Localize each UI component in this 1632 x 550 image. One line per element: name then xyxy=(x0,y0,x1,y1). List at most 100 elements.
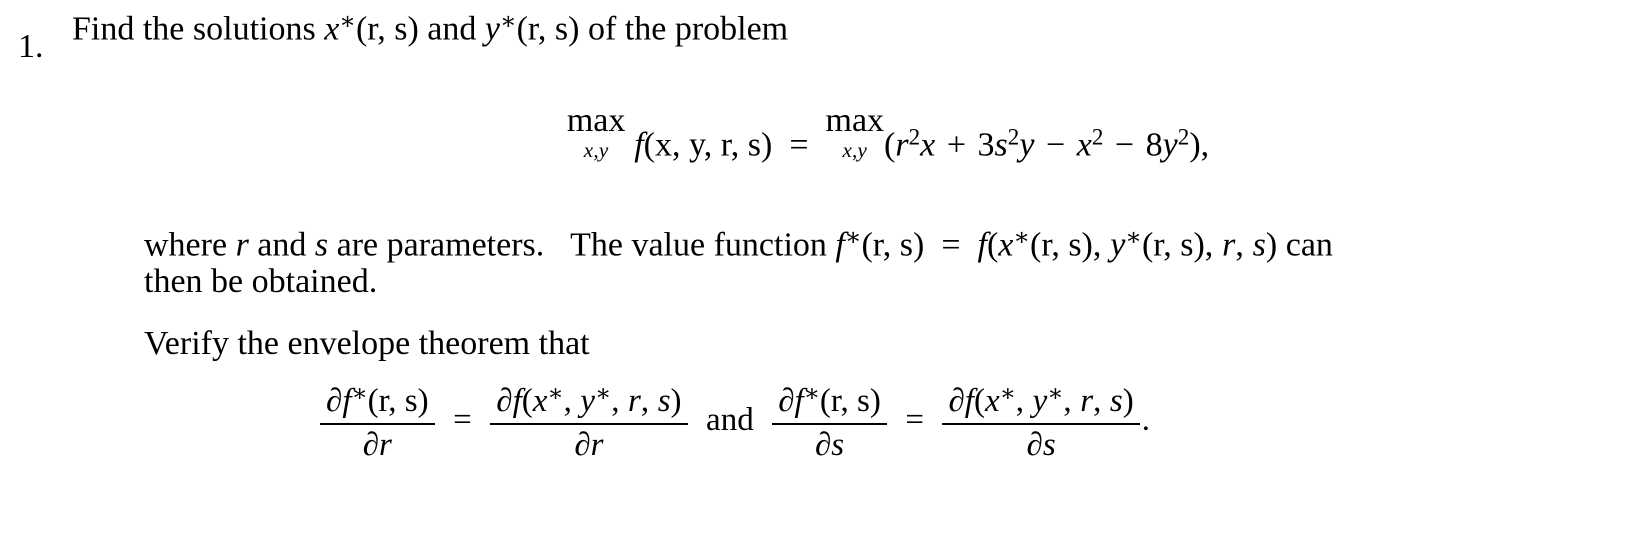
y-star-arguments: (r, s) xyxy=(516,10,580,48)
parameter-s: s xyxy=(1109,382,1123,419)
comma: , xyxy=(1235,226,1244,264)
plus-sign: + xyxy=(946,126,966,164)
term2-exponent: 2 xyxy=(1007,124,1020,151)
term3-variable-x: x xyxy=(1076,126,1092,164)
star-superscript-icon: ∗ xyxy=(844,224,862,251)
where-text-2: and xyxy=(248,226,315,264)
partial-symbol: ∂ xyxy=(574,426,591,463)
partial-symbol: ∂ xyxy=(326,382,343,419)
denominator-variable-s: s xyxy=(1042,426,1056,463)
partial-symbol: ∂ xyxy=(948,382,965,419)
equals-sign: = xyxy=(905,402,924,439)
fraction-denominator: ∂r xyxy=(320,425,435,464)
denominator-variable-s: s xyxy=(831,426,845,463)
star-superscript-icon: ∗ xyxy=(595,381,612,407)
open-paren: ( xyxy=(521,382,533,419)
parameter-r: r xyxy=(1080,382,1094,419)
denominator-variable-r: r xyxy=(379,426,392,463)
display-equation-maximization: max x,y f(x, y, r, s) = max x,y (r2x +3s2y… xyxy=(72,104,1632,164)
term2-coefficient: 3 xyxy=(977,126,995,164)
fraction-numerator-args: (r, s) xyxy=(367,382,429,419)
close-paren: ) xyxy=(1122,382,1134,419)
close-paren: ) xyxy=(1189,126,1201,164)
exercise-body: Find the solutions x∗(r, s) and y∗(r, s)… xyxy=(72,0,1602,362)
partial-symbol: ∂ xyxy=(778,382,795,419)
term3-exponent: 2 xyxy=(1091,124,1104,151)
comma: , xyxy=(1093,382,1102,419)
comma: , xyxy=(1063,382,1072,419)
fraction-df-dr: ∂f(x∗, y∗, r, s) ∂r xyxy=(490,381,688,464)
star-superscript-icon: ∗ xyxy=(803,381,820,407)
comma: , xyxy=(640,382,650,419)
minus-sign: − xyxy=(1114,126,1135,164)
comma: , xyxy=(563,382,572,419)
comma: , xyxy=(1092,226,1102,264)
y-star-symbol: y xyxy=(1032,382,1048,419)
fraction-denominator: ∂r xyxy=(490,425,687,464)
open-paren: ( xyxy=(884,126,896,164)
x-star-arguments: (r, s) xyxy=(355,10,419,48)
close-paren: ) xyxy=(1265,226,1278,264)
parameter-r: r xyxy=(628,382,641,419)
function-f-symbol: f xyxy=(512,382,522,419)
open-paren: ( xyxy=(986,226,999,264)
fraction-numerator-args: (r, s) xyxy=(819,382,881,419)
denominator-variable-r: r xyxy=(590,426,604,463)
intro-paragraph: Find the solutions x∗(r, s) and y∗(r, s)… xyxy=(72,0,1602,51)
comma: , xyxy=(1204,226,1214,264)
fraction-df-star-ds: ∂f∗(r, s) ∂s xyxy=(772,381,887,464)
y-star-symbol: y xyxy=(1110,226,1126,264)
trailing-period: . xyxy=(1141,402,1150,439)
function-f-symbol: f xyxy=(977,226,987,264)
comma: , xyxy=(1015,382,1025,419)
parameter-s: s xyxy=(314,226,329,264)
partial-symbol: ∂ xyxy=(1026,426,1043,463)
then-paragraph: then be obtained. xyxy=(144,263,378,300)
parameter-r: r xyxy=(235,226,249,264)
max-label: max xyxy=(566,102,626,139)
y-star-symbol: y xyxy=(580,382,596,419)
fraction-df-ds: ∂f(x∗, y∗, r, s) ∂s xyxy=(942,381,1140,463)
term1-variable-x: x xyxy=(920,126,936,164)
star-superscript-icon: ∗ xyxy=(547,381,564,407)
fraction-numerator: ∂f∗(r, s) xyxy=(320,381,435,423)
term2-base-s: s xyxy=(994,126,1008,164)
comma: , xyxy=(611,382,620,419)
star-superscript-icon: ∗ xyxy=(339,8,356,35)
partial-symbol: ∂ xyxy=(814,426,832,463)
fraction-numerator: ∂f∗(r, s) xyxy=(772,381,887,423)
star-superscript-icon: ∗ xyxy=(1013,224,1031,251)
equals-sign: = xyxy=(941,226,961,264)
close-paren: ) xyxy=(670,382,682,419)
x-star-symbol: x xyxy=(998,226,1014,264)
x-star-symbol: x xyxy=(984,382,1000,419)
x-star-symbol: x xyxy=(324,10,340,48)
star-superscript-icon: ∗ xyxy=(999,381,1016,407)
fraction-numerator: ∂f(x∗, y∗, r, s) xyxy=(942,381,1139,423)
function-f-symbol: f xyxy=(634,126,644,164)
max-operator-lhs: max x,y xyxy=(567,104,626,161)
term2-variable-y: y xyxy=(1019,126,1035,164)
term4-variable-y: y xyxy=(1162,126,1178,164)
x-star-symbol: x xyxy=(532,382,548,419)
conjunction-and: and xyxy=(706,402,754,439)
where-text-1: where xyxy=(144,226,236,264)
term4-exponent: 2 xyxy=(1177,124,1190,151)
star-superscript-icon: ∗ xyxy=(351,381,368,407)
verify-paragraph: Verify the envelope theorem that xyxy=(144,325,590,362)
max-operator-rhs: max x,y xyxy=(826,104,885,161)
x-star-arguments: (r, s) xyxy=(1030,226,1093,264)
function-f-arguments: (x, y, r, s) xyxy=(643,126,773,164)
display-equation-envelope-theorem: ∂f∗(r, s) ∂r = ∂f(x∗, y∗, r, s) ∂r and ∂f∗(… xyxy=(0,381,1632,464)
value-function-f: f xyxy=(794,382,804,419)
star-superscript-icon: ∗ xyxy=(1047,381,1064,407)
star-superscript-icon: ∗ xyxy=(1125,224,1142,251)
fraction-denominator: ∂s xyxy=(772,425,887,464)
minus-sign: − xyxy=(1045,126,1066,164)
star-superscript-icon: ∗ xyxy=(499,8,517,35)
intro-text-before: Find the solutions xyxy=(72,10,325,48)
where-text-4: The value function xyxy=(570,226,836,264)
term1-exponent: 2 xyxy=(908,124,921,151)
value-function-arguments: (r, s) xyxy=(861,226,925,264)
fraction-df-star-dr: ∂f∗(r, s) ∂r xyxy=(320,381,435,464)
